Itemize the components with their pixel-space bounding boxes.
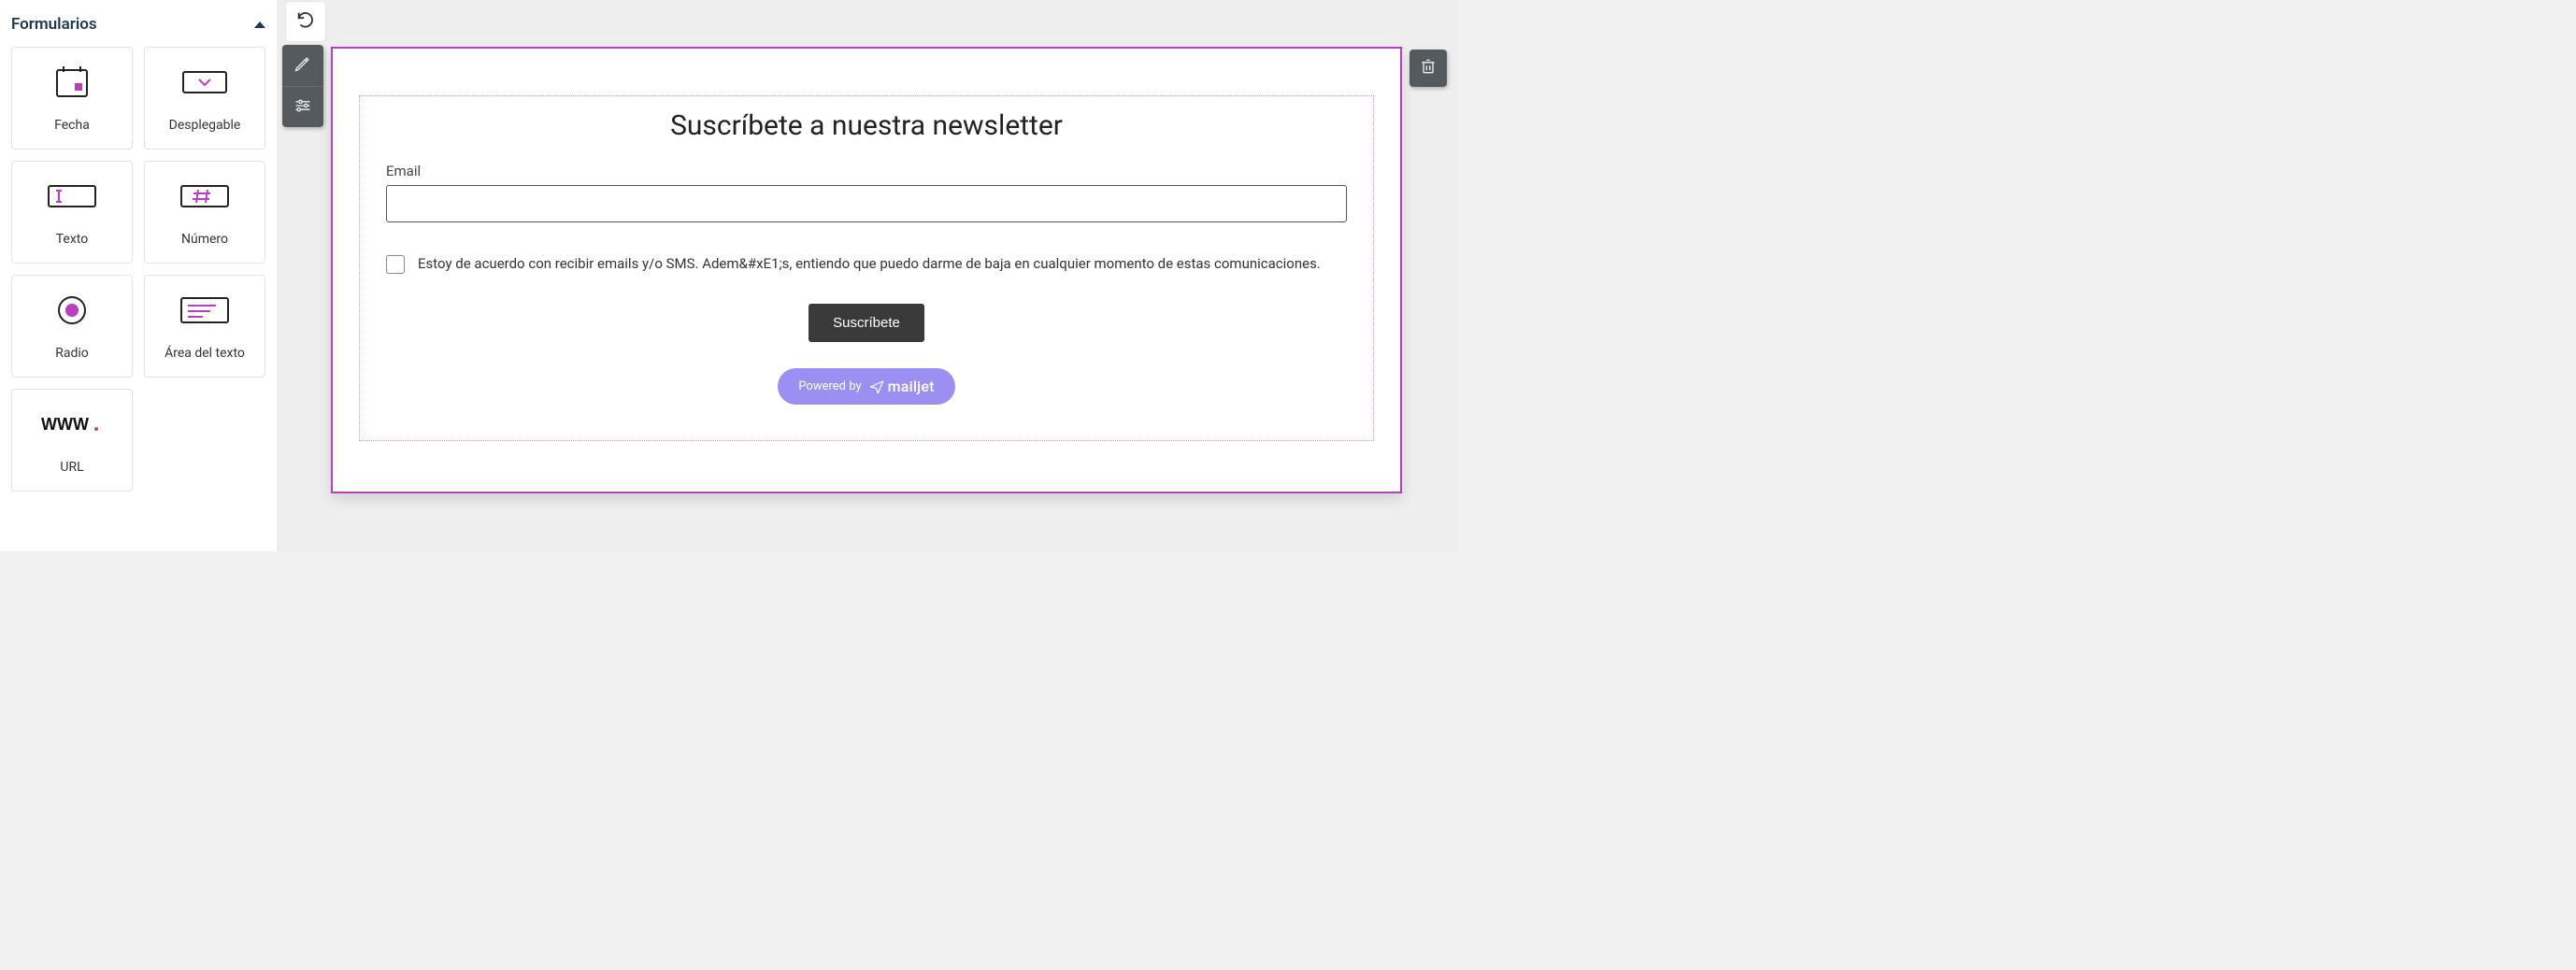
palette-item-fecha[interactable]: Fecha <box>11 47 133 150</box>
number-input-icon <box>179 178 231 215</box>
form-frame[interactable]: Suscríbete a nuestra newsletter Email Es… <box>331 47 1402 493</box>
textarea-icon <box>179 292 231 329</box>
trash-icon <box>1419 57 1438 79</box>
palette-item-label: Texto <box>56 232 88 247</box>
delete-button[interactable] <box>1410 50 1447 87</box>
palette-item-label: Área del texto <box>165 346 245 361</box>
chevron-up-icon <box>254 21 265 28</box>
canvas: Suscríbete a nuestra newsletter Email Es… <box>277 0 1458 551</box>
palette-item-label: URL <box>60 460 83 475</box>
palette-item-numero[interactable]: Número <box>144 161 265 264</box>
palette-item-url[interactable]: WWW URL <box>11 389 133 492</box>
mailjet-logo: mailjet <box>869 378 935 395</box>
palette-item-desplegable[interactable]: Desplegable <box>144 47 265 150</box>
mailjet-brand-text: mailjet <box>888 378 935 395</box>
palette-item-label: Desplegable <box>169 118 241 133</box>
sidebar-header[interactable]: Formularios <box>9 11 267 47</box>
palette-item-label: Fecha <box>54 118 90 133</box>
calendar-icon <box>52 64 92 101</box>
sliders-icon <box>293 96 312 119</box>
palette-item-texto[interactable]: Texto <box>11 161 133 264</box>
form-title: Suscríbete a nuestra newsletter <box>386 109 1347 142</box>
palette-item-area-texto[interactable]: Área del texto <box>144 275 265 378</box>
consent-checkbox[interactable] <box>386 255 405 274</box>
palette-item-radio[interactable]: Radio <box>11 275 133 378</box>
tool-panel <box>282 45 323 127</box>
email-label: Email <box>386 163 1347 179</box>
pencil-icon <box>293 54 312 77</box>
form-inner: Suscríbete a nuestra newsletter Email Es… <box>359 95 1374 441</box>
sidebar: Formularios Fecha Desplegable <box>0 0 277 551</box>
url-icon: WWW <box>41 406 103 443</box>
edit-button[interactable] <box>282 45 323 86</box>
sidebar-title: Formularios <box>11 15 97 34</box>
palette-grid: Fecha Desplegable Texto <box>9 47 267 492</box>
powered-by-pill[interactable]: Powered by mailjet <box>778 368 954 405</box>
undo-button[interactable] <box>286 2 325 41</box>
undo-icon <box>295 9 316 34</box>
dropdown-icon <box>180 64 229 101</box>
svg-text:WWW: WWW <box>41 415 89 434</box>
palette-item-label: Radio <box>55 346 89 361</box>
consent-text: Estoy de acuerdo con recibir emails y/o … <box>418 254 1321 273</box>
email-field[interactable] <box>386 185 1347 222</box>
radio-icon <box>55 292 89 329</box>
text-input-icon <box>46 178 98 215</box>
powered-by-prefix: Powered by <box>798 379 861 393</box>
subscribe-button[interactable]: Suscríbete <box>809 304 924 342</box>
consent-row: Estoy de acuerdo con recibir emails y/o … <box>386 254 1347 274</box>
settings-button[interactable] <box>282 86 323 127</box>
paper-plane-icon <box>869 379 884 394</box>
palette-item-label: Número <box>181 232 228 247</box>
